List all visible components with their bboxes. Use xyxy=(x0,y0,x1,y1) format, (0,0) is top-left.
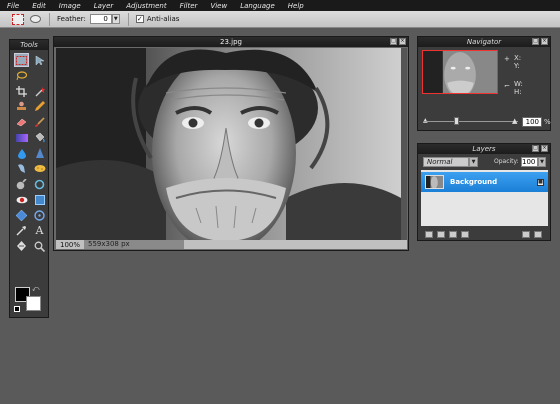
layer-mask-icon[interactable] xyxy=(449,230,457,238)
close-button[interactable]: × xyxy=(541,145,548,152)
blur-tool-icon[interactable] xyxy=(14,146,29,160)
maximize-button[interactable]: □ xyxy=(390,38,397,45)
text-tool-icon[interactable]: A xyxy=(32,224,47,238)
smudge-tool-icon[interactable] xyxy=(14,162,29,176)
opacity-label: Opacity: xyxy=(494,158,519,165)
layer-thumbnail xyxy=(425,175,444,189)
navigator-zoom-knob[interactable] xyxy=(454,117,459,125)
menu-help[interactable]: Help xyxy=(288,2,304,10)
brush-tool-icon[interactable] xyxy=(32,115,47,129)
zoom-in-icon[interactable]: ▲ xyxy=(512,117,517,125)
close-button[interactable]: × xyxy=(541,38,548,45)
lock-icon[interactable]: ■ xyxy=(537,178,544,186)
vertical-scrollbar[interactable] xyxy=(401,48,407,241)
menu-edit[interactable]: Edit xyxy=(32,2,46,10)
navigator-zoom-unit: % xyxy=(544,118,551,126)
divider xyxy=(127,12,129,26)
dodge-tool-icon[interactable] xyxy=(32,177,47,191)
image-canvas[interactable] xyxy=(56,48,401,241)
minimize-button[interactable]: □ xyxy=(532,38,539,45)
minimize-button[interactable]: □ xyxy=(532,145,539,152)
red-eye-tool-icon[interactable] xyxy=(14,193,29,207)
navigator-w-label: W: xyxy=(514,80,523,88)
portrait-photo xyxy=(56,48,401,241)
layers-title: Layers xyxy=(418,144,550,154)
image-window: 23.jpg □ × 100% 559x308 px xyxy=(53,36,409,251)
menu-adjustment[interactable]: Adjustment xyxy=(126,2,166,10)
layer-list: Background ■ xyxy=(421,170,548,226)
image-dimensions: 559x308 px xyxy=(84,240,184,249)
chevron-down-icon[interactable]: ▼ xyxy=(469,157,478,167)
rect-marquee-mode-icon[interactable] xyxy=(12,13,24,25)
background-color-swatch[interactable] xyxy=(26,296,41,311)
pinch-tool-icon[interactable] xyxy=(14,239,29,253)
layer-name: Background xyxy=(450,178,498,186)
bucket-tool-icon[interactable] xyxy=(32,131,47,145)
new-layer-icon[interactable] xyxy=(522,230,530,238)
menu-filter[interactable]: Filter xyxy=(180,2,198,10)
tool-slot-empty xyxy=(32,69,47,83)
shape-tool-icon[interactable] xyxy=(32,193,47,207)
menu-layer[interactable]: Layer xyxy=(94,2,114,10)
magic-wand-icon[interactable] xyxy=(32,84,47,98)
menu-language[interactable]: Language xyxy=(240,2,275,10)
navigator-panel: Navigator □ × + X: Y: ⌐ W: H: ▲ ▲ 100 % xyxy=(417,36,551,131)
navigator-zoom-input[interactable]: 100 xyxy=(522,117,542,127)
feather-input[interactable]: 0 xyxy=(89,14,112,24)
layer-effects-icon[interactable] xyxy=(425,230,433,238)
close-button[interactable]: × xyxy=(399,38,406,45)
chevron-down-icon[interactable]: ▼ xyxy=(538,157,546,167)
swap-colors-icon[interactable]: ⤺ xyxy=(32,285,39,294)
menu-image[interactable]: Image xyxy=(59,2,81,10)
menu-view[interactable]: View xyxy=(210,2,227,10)
feather-label: Feather: xyxy=(57,15,86,23)
sponge-tool-icon[interactable] xyxy=(32,162,47,176)
gradient-tool-icon[interactable] xyxy=(14,131,29,145)
navigator-y-label: Y: xyxy=(514,62,520,70)
navigator-title: Navigator xyxy=(418,37,550,47)
layers-footer xyxy=(421,229,548,239)
antialias-label: Anti-alias xyxy=(146,15,180,23)
sharpen-tool-icon[interactable] xyxy=(32,146,47,160)
divider xyxy=(49,12,50,26)
reset-colors-icon[interactable] xyxy=(14,306,20,312)
navigator-x-label: X: xyxy=(514,54,522,62)
navigator-view-box[interactable] xyxy=(422,50,498,94)
stamp-tool-icon[interactable] xyxy=(14,100,29,114)
opacity-input[interactable]: 100 xyxy=(521,157,538,167)
layer-settings-icon[interactable] xyxy=(437,230,445,238)
image-window-title: 23.jpg xyxy=(54,37,408,47)
scale-tool-icon[interactable] xyxy=(14,208,29,222)
chevron-down-icon[interactable]: ▼ xyxy=(111,14,120,24)
menu-bar: File Edit Image Layer Adjustment Filter … xyxy=(0,0,560,11)
zoom-readout[interactable]: 100% xyxy=(56,241,84,249)
pencil-tool-icon[interactable] xyxy=(32,100,47,114)
blend-mode-select[interactable]: Normal xyxy=(423,157,469,167)
layer-row[interactable]: Background ■ xyxy=(421,172,548,192)
menu-file[interactable]: File xyxy=(7,2,19,10)
crosshair-icon: + xyxy=(504,55,510,63)
burn-tool-icon[interactable] xyxy=(14,177,29,191)
move-tool-icon[interactable] xyxy=(32,53,47,67)
antialias-checkbox[interactable]: ✓ xyxy=(135,15,144,23)
options-bar: Feather: 0 ▼ ✓ Anti-alias xyxy=(0,11,560,28)
navigator-h-label: H: xyxy=(514,88,522,96)
tools-panel-title: Tools xyxy=(10,40,48,50)
ellipse-marquee-mode-icon[interactable] xyxy=(30,15,41,23)
layers-panel: Layers □ × Normal ▼ Opacity: 100 ▼ Backg… xyxy=(417,143,551,241)
crop-tool-icon[interactable] xyxy=(14,84,29,98)
color-picker-icon[interactable] xyxy=(14,224,29,238)
trash-icon[interactable] xyxy=(534,230,542,238)
navigator-zoom-slider[interactable] xyxy=(424,121,518,122)
status-bar: 100% 559x308 px xyxy=(56,240,407,249)
eraser-tool-icon[interactable] xyxy=(14,115,29,129)
lasso-tool-icon[interactable] xyxy=(14,69,29,83)
marquee-tool-icon[interactable] xyxy=(14,53,29,67)
size-icon: ⌐ xyxy=(504,82,510,90)
hand-tool-icon[interactable] xyxy=(32,208,47,222)
layer-adjust-icon[interactable] xyxy=(461,230,469,238)
zoom-tool-icon[interactable] xyxy=(32,239,47,253)
tools-panel: Tools A ⤺ xyxy=(9,39,49,318)
